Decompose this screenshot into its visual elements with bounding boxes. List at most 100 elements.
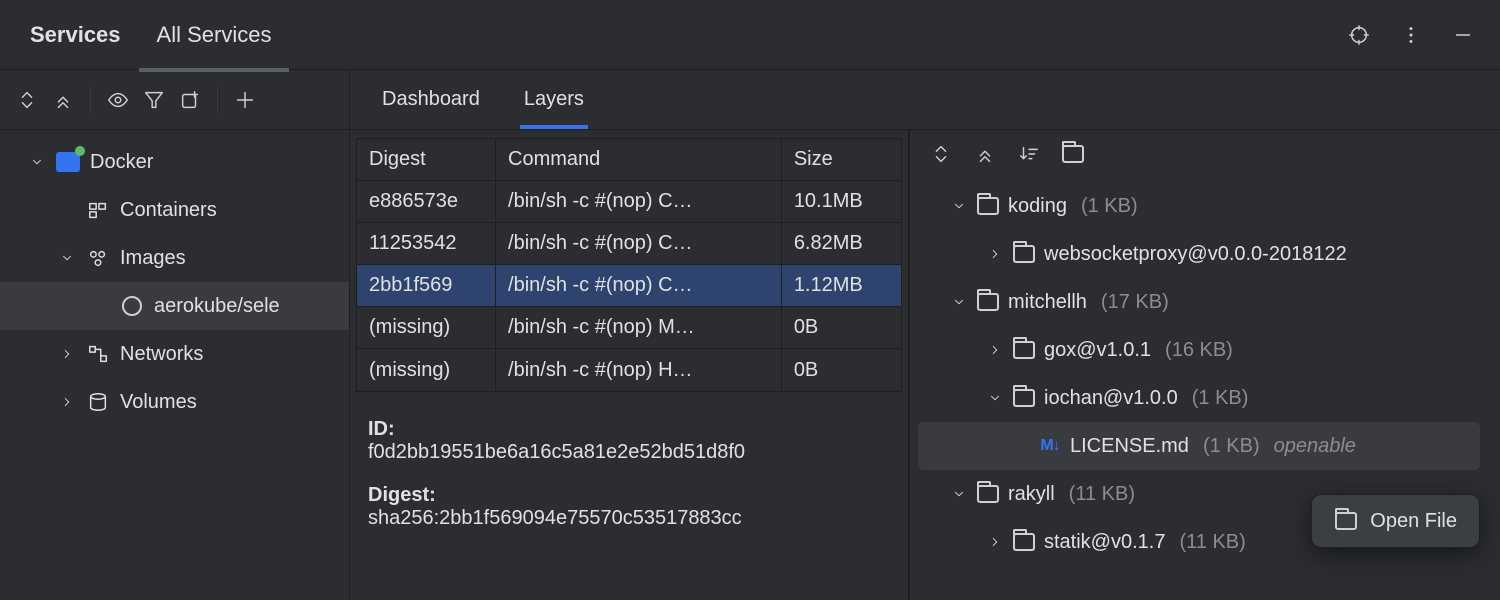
cell-command: /bin/sh -c #(nop) C… <box>496 181 782 222</box>
markdown-icon: M↓ <box>1038 434 1062 458</box>
sort-icon[interactable] <box>1014 139 1044 169</box>
folder-name: gox@v1.0.1 <box>1044 339 1151 362</box>
tree-node-containers[interactable]: Containers <box>0 186 349 234</box>
tree-node-volumes[interactable]: Volumes <box>0 378 349 426</box>
cell-command: /bin/sh -c #(nop) H… <box>496 349 782 391</box>
folder-row[interactable]: gox@v1.0.1 (16 KB) <box>910 326 1500 374</box>
folder-name: rakyll <box>1008 483 1055 506</box>
folder-icon <box>976 482 1000 506</box>
expand-collapse-icon[interactable] <box>926 139 956 169</box>
folder-icon <box>1012 242 1036 266</box>
node-label: Networks <box>120 343 203 366</box>
sidebar-toolbar <box>0 70 349 130</box>
cell-digest: (missing) <box>357 307 496 348</box>
folder-row[interactable]: websocketproxy@v0.0.0-2018122 <box>910 230 1500 278</box>
id-value: f0d2bb19551be6a16c5a81e2e52bd51d8f0 <box>368 441 890 464</box>
node-label: Volumes <box>120 391 197 414</box>
folder-icon[interactable] <box>1058 139 1088 169</box>
chevron-down-icon <box>986 389 1004 407</box>
col-command[interactable]: Command <box>496 139 782 180</box>
chevron-down-icon <box>950 293 968 311</box>
target-icon[interactable] <box>1344 20 1374 50</box>
sidebar: Docker Containers Images aerokube/sele <box>0 70 350 600</box>
chevron-down-icon <box>28 153 46 171</box>
folder-size: (1 KB) <box>1081 195 1138 218</box>
docker-icon <box>56 150 80 174</box>
cell-command: /bin/sh -c #(nop) C… <box>496 265 782 306</box>
chevron-right-icon <box>986 245 1004 263</box>
folder-icon <box>1012 530 1036 554</box>
chevron-right-icon <box>986 341 1004 359</box>
table-row[interactable]: (missing) /bin/sh -c #(nop) H… 0B <box>357 349 901 391</box>
tab-dashboard[interactable]: Dashboard <box>360 70 502 129</box>
file-row[interactable]: M↓ LICENSE.md (1 KB) openable <box>918 422 1480 470</box>
tree-node-images[interactable]: Images <box>0 234 349 282</box>
cell-digest: 11253542 <box>357 223 496 264</box>
chevron-right-icon <box>986 533 1004 551</box>
cell-digest: 2bb1f569 <box>357 265 496 306</box>
folder-name: iochan@v1.0.0 <box>1044 387 1178 410</box>
folder-icon <box>1012 386 1036 410</box>
cell-digest: e886573e <box>357 181 496 222</box>
cell-size: 1.12MB <box>782 265 901 306</box>
layer-details: ID: f0d2bb19551be6a16c5a81e2e52bd51d8f0 … <box>350 396 908 542</box>
more-icon[interactable] <box>1396 20 1426 50</box>
menu-item-open-file[interactable]: Open File <box>1370 510 1457 533</box>
tool-window-title: Services <box>12 22 139 48</box>
digest-value: sha256:2bb1f569094e75570c53517883cc <box>368 507 890 530</box>
tree-node-docker[interactable]: Docker <box>0 138 349 186</box>
folder-icon <box>976 194 1000 218</box>
chevron-down-icon <box>58 249 76 267</box>
node-label: aerokube/sele <box>154 295 280 318</box>
chevron-right-icon <box>58 393 76 411</box>
col-size[interactable]: Size <box>782 139 901 180</box>
network-icon <box>86 342 110 366</box>
service-tree: Docker Containers Images aerokube/sele <box>0 130 349 600</box>
folder-name: koding <box>1008 195 1067 218</box>
cell-command: /bin/sh -c #(nop) C… <box>496 223 782 264</box>
show-icon[interactable] <box>103 85 133 115</box>
file-name: LICENSE.md <box>1070 435 1189 458</box>
minimize-icon[interactable] <box>1448 20 1478 50</box>
tree-node-image-item[interactable]: aerokube/sele <box>0 282 349 330</box>
new-session-icon[interactable] <box>175 85 205 115</box>
add-icon[interactable] <box>230 85 260 115</box>
circle-icon <box>120 294 144 318</box>
containers-icon <box>86 198 110 222</box>
digest-label: Digest: <box>368 484 890 507</box>
table-header: Digest Command Size <box>357 139 901 181</box>
context-menu[interactable]: Open File <box>1311 494 1480 548</box>
expand-collapse-icon[interactable] <box>12 85 42 115</box>
top-bar: Services All Services <box>0 0 1500 70</box>
folder-row[interactable]: iochan@v1.0.0 (1 KB) <box>910 374 1500 422</box>
folder-row[interactable]: mitchellh (17 KB) <box>910 278 1500 326</box>
folder-row[interactable]: koding (1 KB) <box>910 182 1500 230</box>
folder-size: (17 KB) <box>1101 291 1169 314</box>
table-row[interactable]: (missing) /bin/sh -c #(nop) M… 0B <box>357 307 901 349</box>
table-row[interactable]: 11253542 /bin/sh -c #(nop) C… 6.82MB <box>357 223 901 265</box>
collapse-all-icon[interactable] <box>48 85 78 115</box>
layers-panel: Digest Command Size e886573e /bin/sh -c … <box>350 130 910 600</box>
tab-layers[interactable]: Layers <box>502 70 606 129</box>
content-tabs: Dashboard Layers <box>350 70 1500 130</box>
folder-size: (16 KB) <box>1165 339 1233 362</box>
cell-digest: (missing) <box>357 349 496 391</box>
table-row[interactable]: 2bb1f569 /bin/sh -c #(nop) C… 1.12MB <box>357 265 901 307</box>
tree-node-networks[interactable]: Networks <box>0 330 349 378</box>
layers-table: Digest Command Size e886573e /bin/sh -c … <box>356 138 902 392</box>
folder-icon <box>976 290 1000 314</box>
tab-all-services[interactable]: All Services <box>139 22 290 48</box>
images-icon <box>86 246 110 270</box>
folder-icon <box>1334 509 1358 533</box>
openable-label: openable <box>1274 435 1356 458</box>
col-digest[interactable]: Digest <box>357 139 496 180</box>
collapse-all-icon[interactable] <box>970 139 1000 169</box>
filter-icon[interactable] <box>139 85 169 115</box>
chevron-right-icon <box>58 345 76 363</box>
table-row[interactable]: e886573e /bin/sh -c #(nop) C… 10.1MB <box>357 181 901 223</box>
node-label: Docker <box>90 151 153 174</box>
chevron-down-icon <box>950 485 968 503</box>
main: Docker Containers Images aerokube/sele <box>0 70 1500 600</box>
folder-size: (1 KB) <box>1192 387 1249 410</box>
folder-size: (11 KB) <box>1069 483 1135 506</box>
